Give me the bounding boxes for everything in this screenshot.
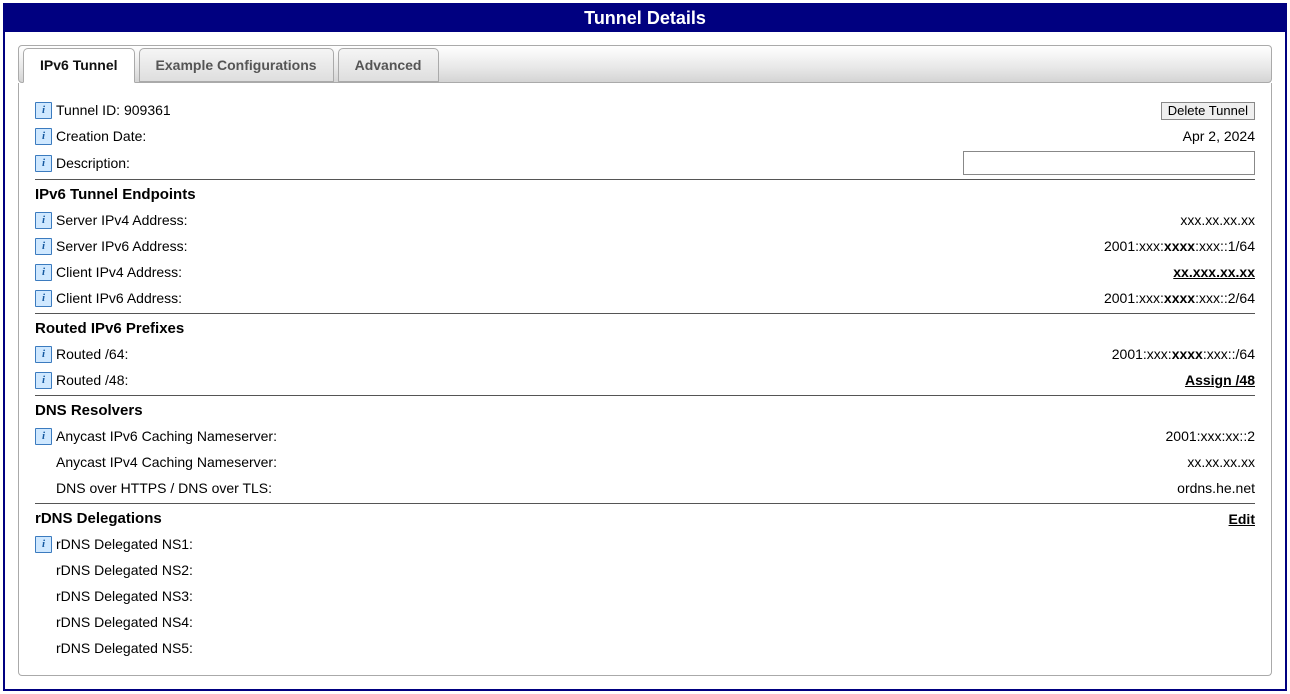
server-ipv6-value: 2001:xxx:xxxx:xxx::1/64 xyxy=(1104,235,1255,257)
rdns-ns1-label: rDNS Delegated NS1: xyxy=(56,533,193,555)
row-server-ipv4: i Server IPv4 Address: xxx.xx.xx.xx xyxy=(35,207,1255,233)
tab-content: i Tunnel ID: 909361 Delete Tunnel i Crea… xyxy=(18,83,1272,676)
tunnel-details-panel: Tunnel Details IPv6 Tunnel Example Confi… xyxy=(3,3,1287,691)
assign-48-link[interactable]: Assign /48 xyxy=(1185,372,1255,388)
creation-date-label: Creation Date: xyxy=(56,125,146,147)
tunnel-id-label: Tunnel ID: 909361 xyxy=(56,99,171,121)
tab-example-configurations[interactable]: Example Configurations xyxy=(139,48,334,82)
description-label: Description: xyxy=(56,152,130,174)
row-server-ipv6: i Server IPv6 Address: 2001:xxx:xxxx:xxx… xyxy=(35,233,1255,259)
info-icon[interactable]: i xyxy=(35,536,52,553)
section-title-dns: DNS Resolvers xyxy=(35,398,1255,423)
row-rdns-ns4: rDNS Delegated NS4: xyxy=(35,609,1255,635)
rdns-ns5-label: rDNS Delegated NS5: xyxy=(56,637,193,659)
row-client-ipv6: i Client IPv6 Address: 2001:xxx:xxxx:xxx… xyxy=(35,285,1255,311)
row-client-ipv4: i Client IPv4 Address: xx.xxx.xx.xx xyxy=(35,259,1255,285)
section-title-rdns: rDNS Delegations xyxy=(35,506,162,531)
info-icon[interactable]: i xyxy=(35,102,52,119)
row-rdns-ns2: rDNS Delegated NS2: xyxy=(35,557,1255,583)
anycast-v4-label: Anycast IPv4 Caching Nameserver: xyxy=(56,451,277,473)
info-icon[interactable]: i xyxy=(35,264,52,281)
info-icon[interactable]: i xyxy=(35,346,52,363)
row-rdns-ns3: rDNS Delegated NS3: xyxy=(35,583,1255,609)
info-icon[interactable]: i xyxy=(35,212,52,229)
delete-tunnel-button[interactable]: Delete Tunnel xyxy=(1161,102,1255,120)
server-ipv6-label: Server IPv6 Address: xyxy=(56,235,188,257)
anycast-v6-label: Anycast IPv6 Caching Nameserver: xyxy=(56,425,277,447)
row-anycast-v6: i Anycast IPv6 Caching Nameserver: 2001:… xyxy=(35,423,1255,449)
routed-48-label: Routed /48: xyxy=(56,369,128,391)
client-ipv6-label: Client IPv6 Address: xyxy=(56,287,182,309)
info-icon[interactable]: i xyxy=(35,290,52,307)
tab-ipv6-tunnel[interactable]: IPv6 Tunnel xyxy=(23,48,135,83)
info-icon[interactable]: i xyxy=(35,428,52,445)
anycast-v4-value: xx.xx.xx.xx xyxy=(1187,451,1255,473)
doh-value: ordns.he.net xyxy=(1177,477,1255,499)
row-creation-date: i Creation Date: Apr 2, 2024 xyxy=(35,123,1255,149)
server-ipv4-label: Server IPv4 Address: xyxy=(56,209,188,231)
section-title-endpoints: IPv6 Tunnel Endpoints xyxy=(35,182,1255,207)
info-icon[interactable]: i xyxy=(35,238,52,255)
row-tunnel-id: i Tunnel ID: 909361 Delete Tunnel xyxy=(35,97,1255,123)
client-ipv4-label: Client IPv4 Address: xyxy=(56,261,182,283)
info-icon[interactable]: i xyxy=(35,155,52,172)
client-ipv6-value: 2001:xxx:xxxx:xxx::2/64 xyxy=(1104,287,1255,309)
routed-64-value: 2001:xxx:xxxx:xxx::/64 xyxy=(1112,343,1255,365)
row-routed-48: i Routed /48: Assign /48 xyxy=(35,367,1255,393)
client-ipv4-link[interactable]: xx.xxx.xx.xx xyxy=(1173,264,1255,280)
row-routed-64: i Routed /64: 2001:xxx:xxxx:xxx::/64 xyxy=(35,341,1255,367)
rdns-ns2-label: rDNS Delegated NS2: xyxy=(56,559,193,581)
row-rdns-ns5: rDNS Delegated NS5: xyxy=(35,635,1255,661)
row-rdns-ns1: i rDNS Delegated NS1: xyxy=(35,531,1255,557)
creation-date-value: Apr 2, 2024 xyxy=(1183,125,1255,147)
rdns-ns4-label: rDNS Delegated NS4: xyxy=(56,611,193,633)
panel-title: Tunnel Details xyxy=(5,5,1285,32)
rdns-edit-link[interactable]: Edit xyxy=(1229,511,1255,527)
panel-body: IPv6 Tunnel Example Configurations Advan… xyxy=(5,32,1285,689)
row-description: i Description: xyxy=(35,149,1255,177)
row-anycast-v4: Anycast IPv4 Caching Nameserver: xx.xx.x… xyxy=(35,449,1255,475)
info-icon[interactable]: i xyxy=(35,372,52,389)
doh-label: DNS over HTTPS / DNS over TLS: xyxy=(56,477,272,499)
rdns-ns3-label: rDNS Delegated NS3: xyxy=(56,585,193,607)
routed-64-label: Routed /64: xyxy=(56,343,128,365)
anycast-v6-value: 2001:xxx:xx::2 xyxy=(1166,425,1256,447)
description-input[interactable] xyxy=(963,151,1255,175)
tab-advanced[interactable]: Advanced xyxy=(338,48,439,82)
section-title-routed: Routed IPv6 Prefixes xyxy=(35,316,1255,341)
row-doh: DNS over HTTPS / DNS over TLS: ordns.he.… xyxy=(35,475,1255,501)
info-icon[interactable]: i xyxy=(35,128,52,145)
tab-bar: IPv6 Tunnel Example Configurations Advan… xyxy=(18,45,1272,83)
server-ipv4-value: xxx.xx.xx.xx xyxy=(1180,209,1255,231)
